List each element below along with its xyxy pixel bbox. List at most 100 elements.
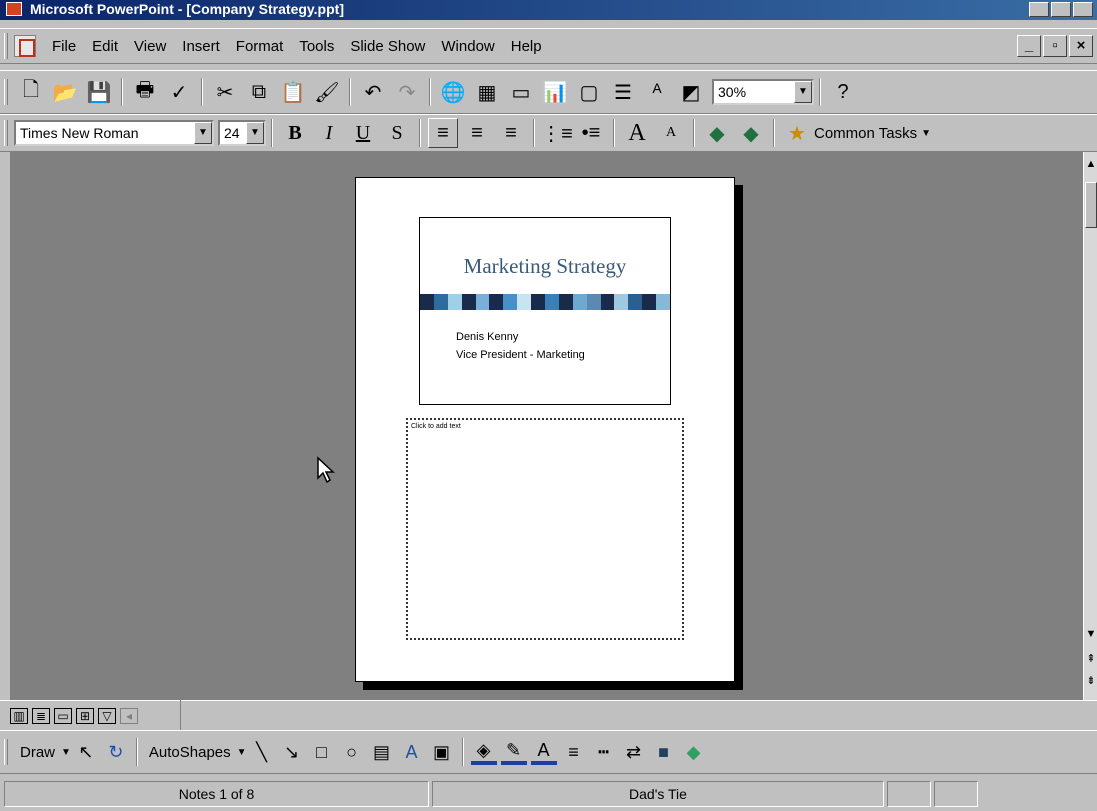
line-icon[interactable]: ╲ <box>249 739 275 765</box>
powerpoint-app-icon[interactable] <box>6 2 22 16</box>
menu-slide-show[interactable]: Slide Show <box>342 38 433 55</box>
chevron-down-icon[interactable]: ▼ <box>794 81 812 103</box>
select-objects-icon[interactable]: ↖ <box>73 739 99 765</box>
scroll-up-icon[interactable]: ▲ <box>1084 158 1097 170</box>
rectangle-icon[interactable]: □ <box>309 739 335 765</box>
outline-view-icon[interactable]: ≣ <box>32 707 50 724</box>
font-size-combo[interactable]: 24 ▼ <box>218 120 266 146</box>
copy-icon[interactable]: ⧉ <box>244 77 274 107</box>
menu-insert[interactable]: Insert <box>174 38 228 55</box>
menu-help[interactable]: Help <box>503 38 550 55</box>
notes-placeholder-label: Click to add text <box>411 423 461 430</box>
normal-view-icon[interactable]: ▥ <box>10 707 28 724</box>
wordart-icon[interactable]: A <box>399 739 425 765</box>
toolbar-grip[interactable] <box>4 33 8 59</box>
insert-hyperlink-icon[interactable]: 🌐 <box>438 77 468 107</box>
format-painter-icon[interactable]: 🖌 <box>312 77 342 107</box>
line-color-icon[interactable]: ✎ <box>500 739 527 765</box>
font-color-icon[interactable]: A <box>530 739 557 765</box>
slide-thumbnail[interactable]: Marketing Strategy Denis Kenny Vice Pres… <box>419 217 671 405</box>
chevron-down-icon[interactable]: ▼ <box>246 122 264 144</box>
slide-view-icon[interactable]: ▭ <box>54 707 72 724</box>
chevron-down-icon[interactable]: ▼ <box>921 128 931 139</box>
zoom-combo[interactable]: 30% ▼ <box>712 79 814 105</box>
draw-menu-button[interactable]: Draw <box>14 744 61 761</box>
insert-table-icon[interactable]: ▦ <box>472 77 502 107</box>
oval-icon[interactable]: ○ <box>339 739 365 765</box>
doc-close-button[interactable]: × <box>1069 35 1093 57</box>
redo-icon[interactable]: ↷ <box>392 77 422 107</box>
common-tasks-button[interactable]: Common Tasks <box>814 125 917 142</box>
spelling-icon[interactable]: ✓ <box>164 77 194 107</box>
align-right-icon[interactable]: ≡ <box>496 118 526 148</box>
fill-color-icon[interactable]: ◈ <box>470 739 497 765</box>
paste-icon[interactable]: 📋 <box>278 77 308 107</box>
autoshapes-menu-button[interactable]: AutoShapes <box>143 744 237 761</box>
italic-button[interactable]: I <box>314 118 344 148</box>
show-formatting-icon[interactable]: ᴬ <box>642 77 672 107</box>
menu-window[interactable]: Window <box>433 38 502 55</box>
expand-all-icon[interactable]: ☰ <box>608 77 638 107</box>
increase-font-size-icon[interactable]: A <box>622 118 652 148</box>
document-control-icon[interactable] <box>14 35 36 57</box>
menu-view[interactable]: View <box>126 38 174 55</box>
scroll-left-icon[interactable]: ◂ <box>120 707 138 724</box>
horizontal-scrollbar[interactable] <box>180 700 1083 730</box>
align-center-icon[interactable]: ≡ <box>462 118 492 148</box>
3d-icon[interactable]: ◆ <box>681 739 707 765</box>
new-icon[interactable]: 🗋 <box>16 77 46 107</box>
underline-button[interactable]: U <box>348 118 378 148</box>
demote-icon[interactable]: ◆ <box>736 118 766 148</box>
restore-button[interactable] <box>1051 2 1071 17</box>
slide-show-icon[interactable]: ▽ <box>98 707 116 724</box>
toolbar-grip[interactable] <box>4 79 8 105</box>
insert-chart-icon[interactable]: 📊 <box>540 77 570 107</box>
shadow-icon[interactable]: ■ <box>651 739 677 765</box>
slide-sorter-view-icon[interactable]: ⊞ <box>76 707 94 724</box>
line-style-icon[interactable]: ≡ <box>561 739 587 765</box>
scroll-down-icon[interactable]: ▼ <box>1084 628 1097 640</box>
dash-style-icon[interactable]: ┅ <box>591 739 617 765</box>
menu-tools[interactable]: Tools <box>291 38 342 55</box>
menu-edit[interactable]: Edit <box>84 38 126 55</box>
chevron-down-icon[interactable]: ▼ <box>61 747 71 758</box>
arrow-style-icon[interactable]: ⇄ <box>621 739 647 765</box>
align-left-icon[interactable]: ≡ <box>428 118 458 148</box>
text-box-icon[interactable]: ▤ <box>369 739 395 765</box>
open-icon[interactable]: 📂 <box>50 77 80 107</box>
promote-icon[interactable]: ◆ <box>702 118 732 148</box>
undo-icon[interactable]: ↶ <box>358 77 388 107</box>
vertical-scrollbar[interactable]: ▲ ▼ ⇞ ⇟ <box>1083 152 1097 700</box>
cut-icon[interactable]: ✂ <box>210 77 240 107</box>
notes-placeholder[interactable]: Click to add text <box>406 418 684 640</box>
bold-button[interactable]: B <box>280 118 310 148</box>
numbering-icon[interactable]: ⋮≡ <box>541 118 573 148</box>
doc-minimize-button[interactable]: _ <box>1017 35 1041 57</box>
menu-file[interactable]: File <box>44 38 84 55</box>
toolbar-grip[interactable] <box>4 739 8 765</box>
chevron-down-icon[interactable]: ▼ <box>237 747 247 758</box>
scroll-thumb[interactable] <box>1085 182 1097 228</box>
bullets-icon[interactable]: •≡ <box>576 118 606 148</box>
tables-and-borders-icon[interactable]: ▭ <box>506 77 536 107</box>
shadow-button[interactable]: S <box>382 118 412 148</box>
font-name-combo[interactable]: Times New Roman ▼ <box>14 120 214 146</box>
new-slide-icon[interactable]: ▢ <box>574 77 604 107</box>
next-slide-icon[interactable]: ⇟ <box>1084 674 1097 687</box>
save-icon[interactable]: 💾 <box>84 77 114 107</box>
decrease-font-size-icon[interactable]: A <box>656 118 686 148</box>
minimize-button[interactable] <box>1029 2 1049 17</box>
doc-restore-button[interactable]: ▫ <box>1043 35 1067 57</box>
arrow-icon[interactable]: ↘ <box>279 739 305 765</box>
help-icon[interactable]: ? <box>828 77 858 107</box>
previous-slide-icon[interactable]: ⇞ <box>1084 652 1097 665</box>
close-button[interactable] <box>1073 2 1093 17</box>
insert-clip-art-icon[interactable]: ▣ <box>429 739 455 765</box>
grayscale-preview-icon[interactable]: ◩ <box>676 77 706 107</box>
print-icon[interactable]: 🖶 <box>130 77 160 107</box>
common-tasks-icon[interactable]: ★ <box>782 118 812 148</box>
toolbar-grip[interactable] <box>4 120 8 146</box>
chevron-down-icon[interactable]: ▼ <box>194 122 212 144</box>
menu-format[interactable]: Format <box>228 38 292 55</box>
free-rotate-icon[interactable]: ↻ <box>103 739 129 765</box>
